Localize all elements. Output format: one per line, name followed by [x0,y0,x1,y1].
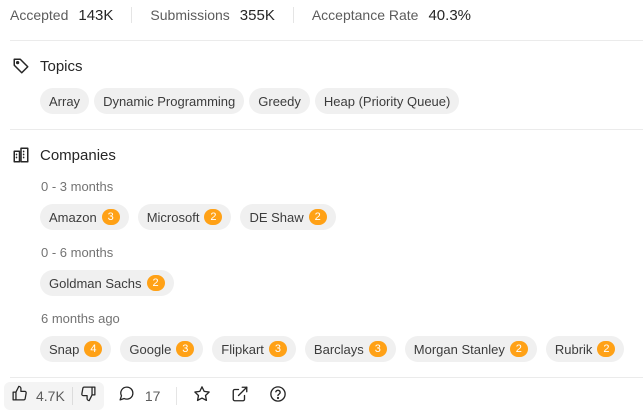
stat-label: Acceptance Rate [311,6,419,23]
company-tag[interactable]: Goldman Sachs 2 [40,270,174,296]
comment-count: 17 [144,388,161,404]
company-name: Snap [49,341,80,357]
like-button[interactable]: 4.7K [4,382,72,410]
company-tags: Amazon 3 Microsoft 2 DE Shaw 2 [40,204,345,230]
stat-submissions: Submissions 355K [150,7,274,24]
company-name: Microsoft [146,209,200,225]
divider [131,7,133,23]
comments-button[interactable]: 17 [118,385,161,407]
stats-bar: Accepted 143K Submissions 355K Acceptanc… [0,0,643,30]
dislike-button[interactable] [73,382,104,410]
company-tag[interactable]: Snap 4 [40,336,112,362]
companies-title: Companies [40,146,116,164]
section-divider [10,377,643,378]
building-icon [12,146,30,164]
section-divider [10,40,643,41]
company-name: Rubrik [554,341,593,357]
company-tag[interactable]: DE Shaw 2 [240,204,336,230]
count-badge: 4 [84,341,103,357]
stat-label: Submissions [150,6,230,23]
like-count: 4.7K [36,388,65,404]
company-tag[interactable]: Rubrik 2 [545,336,625,362]
star-icon [193,385,211,408]
count-badge: 3 [368,341,387,357]
company-name: DE Shaw [249,209,304,225]
topic-tag[interactable]: Greedy [249,88,310,114]
company-tag[interactable]: Barclays 3 [304,336,396,362]
topics-header[interactable]: Topics [12,57,83,75]
count-badge: 2 [204,209,223,225]
company-name: Morgan Stanley [413,341,505,357]
company-tags: Goldman Sachs 2 [40,270,183,296]
period-label: 0 - 3 months [41,179,114,194]
tag-icon [12,57,30,75]
thumbs-up-icon [11,385,28,407]
count-badge: 3 [101,209,120,225]
period-label: 0 - 6 months [41,245,114,260]
count-badge: 2 [146,275,165,291]
stat-value: 143K [78,6,114,24]
share-icon [231,385,249,408]
company-name: Flipkart [221,341,264,357]
stat-accepted: Accepted 143K [10,7,113,24]
company-tag[interactable]: Flipkart 3 [212,336,296,362]
topic-tag[interactable]: Array [40,88,90,114]
stat-value: 40.3% [428,6,472,24]
help-button[interactable] [269,385,287,408]
divider [292,7,294,23]
company-name: Amazon [49,209,97,225]
topic-tags: Array Dynamic Programming Greedy Heap (P… [40,88,464,114]
divider [176,387,178,405]
topics-title: Topics [40,57,83,75]
section-divider [10,129,643,130]
count-badge: 2 [308,209,327,225]
companies-header[interactable]: Companies [12,146,116,164]
thumbs-down-icon [80,385,97,407]
company-name: Google [129,341,172,357]
action-bar: 4.7K 17 [0,380,643,412]
count-badge: 3 [268,341,287,357]
comment-icon [118,385,135,407]
company-name: Goldman Sachs [49,275,142,291]
count-badge: 2 [597,341,616,357]
topic-tag[interactable]: Heap (Priority Queue) [314,88,460,114]
company-tag[interactable]: Google 3 [120,336,204,362]
company-tag[interactable]: Morgan Stanley 2 [404,336,537,362]
company-name: Barclays [313,341,364,357]
share-button[interactable] [231,385,249,408]
help-icon [269,385,287,408]
company-tag[interactable]: Microsoft 2 [137,204,232,230]
stat-label: Accepted [10,6,69,23]
topic-tag[interactable]: Dynamic Programming [94,88,245,114]
company-tags: Snap 4 Google 3 Flipkart 3 Barclays 3 Morgan… [40,336,633,362]
company-tag[interactable]: Amazon 3 [40,204,129,230]
vote-group: 4.7K [4,382,104,410]
count-badge: 3 [176,341,195,357]
count-badge: 2 [509,341,528,357]
stat-value: 355K [239,6,275,24]
period-label: 6 months ago [41,311,120,326]
favorite-button[interactable] [193,385,211,408]
stat-acceptance-rate: Acceptance Rate 40.3% [312,7,471,24]
